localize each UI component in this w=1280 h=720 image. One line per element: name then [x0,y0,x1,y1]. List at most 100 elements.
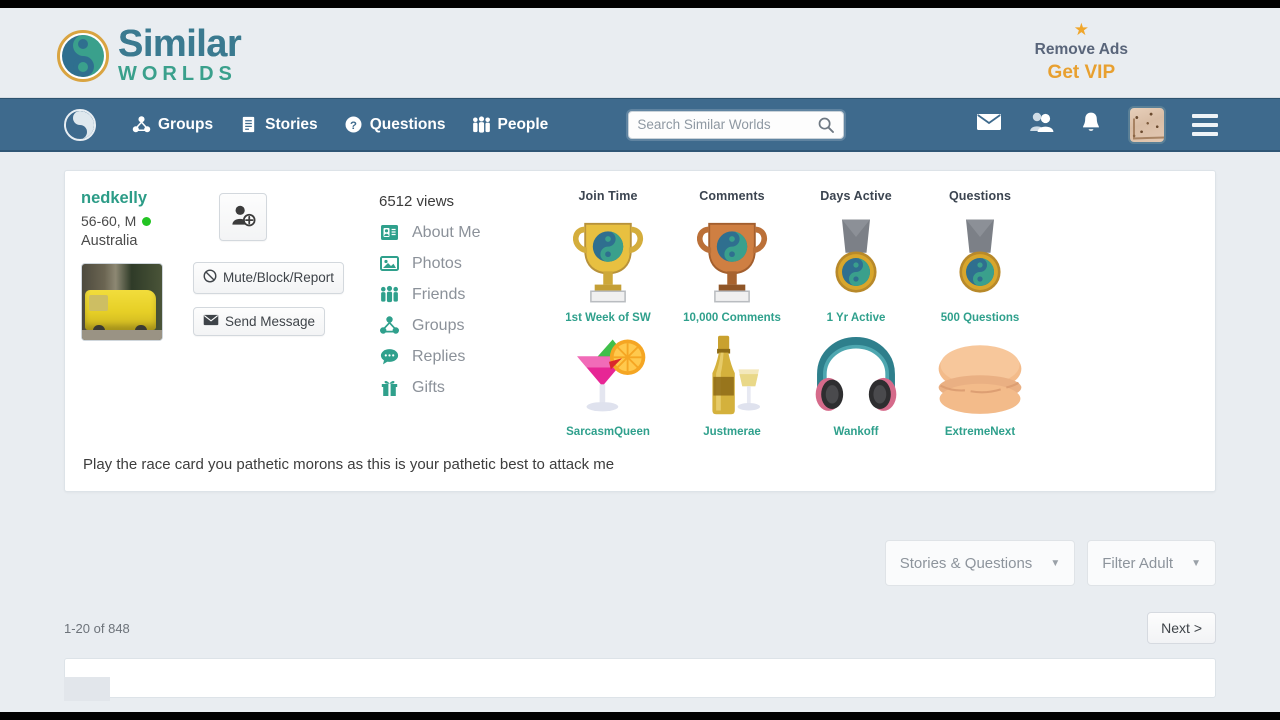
page-root: Similar WORLDS ★ Remove Ads Get VIP Grou… [0,8,1280,712]
hamburger-menu-icon[interactable] [1192,113,1218,136]
chevron-down-icon: ▼ [1050,557,1061,569]
site-logo[interactable]: Similar WORLDS [57,23,242,86]
profile-link-label: About Me [412,223,481,241]
brand-wordmark: Similar WORLDS [118,23,242,86]
profile-link-gifts[interactable]: Gifts [379,377,536,398]
friends-group-icon [379,284,400,305]
profile-username[interactable]: nedkelly [81,189,193,207]
champagne-gift-icon [670,324,794,420]
nav-item-groups[interactable]: Groups [132,115,213,134]
nav-label: Stories [265,115,318,133]
profile-age-gender-row: 56-60, M [81,213,193,229]
content-type-dropdown[interactable]: Stories & Questions ▼ [884,540,1076,586]
get-vip-promo[interactable]: ★ Remove Ads Get VIP [1035,21,1128,84]
profile-age-gender: 56-60, M [81,213,137,230]
comment-icon [379,346,400,367]
groups-icon [132,115,151,134]
nav-right-actions [976,105,1218,144]
profile-link-groups[interactable]: Groups [379,315,536,336]
profile-link-replies[interactable]: Replies [379,346,536,367]
profile-actions: Mute/Block/Report Send Message [193,189,361,438]
badge-comments[interactable]: Comments 10,000 Comments [670,189,794,324]
nav-label: Questions [369,115,446,133]
envelope-icon [203,314,219,330]
online-status-dot [142,216,152,226]
search-box[interactable] [628,110,845,139]
gray-medal-icon [794,206,918,310]
gift-from-justmerae[interactable]: Justmerae [670,324,794,438]
gift-from-sarcasmqueen[interactable]: SarcasmQueen [546,324,670,438]
cocktail-gift-icon [546,324,670,420]
profile-link-label: Friends [412,285,466,303]
next-page-button[interactable]: Next > [1147,612,1216,644]
profile-link-about-me[interactable]: About Me [379,222,536,243]
profile-link-friends[interactable]: Friends [379,284,536,305]
profile-link-label: Replies [412,347,466,365]
nav-label: Groups [158,115,214,133]
achievements-section: Join Time 1st Week of SW Comments 10,000… [536,189,1199,438]
brand-primary-text: Similar [118,23,242,65]
adult-filter-dropdown[interactable]: Filter Adult ▼ [1087,540,1216,586]
badge-title: Comments [699,189,765,203]
profile-nav-links: 6512 views About Me Photos Friends Group… [361,189,536,438]
adult-filter-value: Filter Adult [1102,554,1174,572]
photo-icon [379,253,400,274]
badge-title: Join Time [578,189,638,203]
site-header: Similar WORLDS ★ Remove Ads Get VIP [0,8,1280,98]
mute-block-report-button[interactable]: Mute/Block/Report [193,262,345,294]
profile-views-count: 6512 views [379,193,455,210]
search-icon[interactable] [817,116,835,134]
chevron-down-icon: ▼ [1191,557,1201,569]
get-vip-label: Get VIP [1047,62,1116,83]
gift-from-wankoff[interactable]: Wankoff [794,324,918,438]
add-friend-button[interactable] [219,193,267,241]
send-message-label: Send Message [225,313,316,329]
search-input[interactable] [637,117,818,132]
badge-subtitle: 1 Yr Active [826,312,886,324]
profile-link-label: Groups [412,316,465,334]
profile-status-text: Play the race card you pathetic morons a… [83,456,615,473]
brand-secondary-text: WORLDS [118,63,237,85]
badge-join-time[interactable]: Join Time 1st Week of SW [546,189,670,324]
headphones-gift-icon [794,324,918,420]
gold-trophy-icon [546,206,670,310]
profile-identity: nedkelly 56-60, M Australia [81,189,193,438]
pagination-range: 1-20 of 848 [64,620,130,636]
ban-icon [203,269,217,287]
badge-title: Questions [948,189,1012,203]
nav-item-people[interactable]: People [471,115,548,134]
bronze-trophy-icon [670,206,794,310]
friends-icon[interactable] [1028,111,1054,138]
id-card-icon [379,222,400,243]
road-shape [82,329,162,341]
send-message-button[interactable]: Send Message [193,306,326,337]
badge-questions[interactable]: Questions 500 Questions [918,189,1042,324]
badge-days-active[interactable]: Days Active 1 Yr Active [794,189,918,324]
profile-link-label: Gifts [412,378,445,396]
macaron-gift-icon [918,324,1042,420]
user-avatar[interactable] [1128,105,1166,144]
gift-sender: Wankoff [833,426,879,438]
mail-icon[interactable] [976,112,1002,137]
profile-photo[interactable] [81,263,163,342]
gift-sender: SarcasmQueen [566,426,650,438]
nav-home-logo-icon[interactable] [64,108,96,141]
gift-sender: ExtremeNext [944,426,1016,438]
post-list-card-partial [64,658,1216,701]
nav-item-stories[interactable]: Stories [239,115,318,134]
main-content: nedkelly 56-60, M Australia Mute/Block/R… [0,170,1280,701]
content-filters: Stories & Questions ▼ Filter Adult ▼ [64,540,1216,586]
profile-link-photos[interactable]: Photos [379,253,536,274]
groups-icon [379,315,400,336]
nav-item-questions[interactable]: ? Questions [344,115,446,134]
main-navigation: Groups Stories ? Questions People Search… [0,98,1280,152]
profile-link-label: Photos [412,254,462,272]
question-mark-icon: ? [344,115,363,134]
gift-from-extremenext[interactable]: ExtremeNext [918,324,1042,438]
yin-yang-icon [57,29,109,82]
nav-label: People [497,115,549,133]
content-type-value: Stories & Questions [899,554,1033,572]
bell-icon[interactable] [1080,111,1102,139]
stories-icon [239,115,258,134]
van-shape [85,290,156,330]
